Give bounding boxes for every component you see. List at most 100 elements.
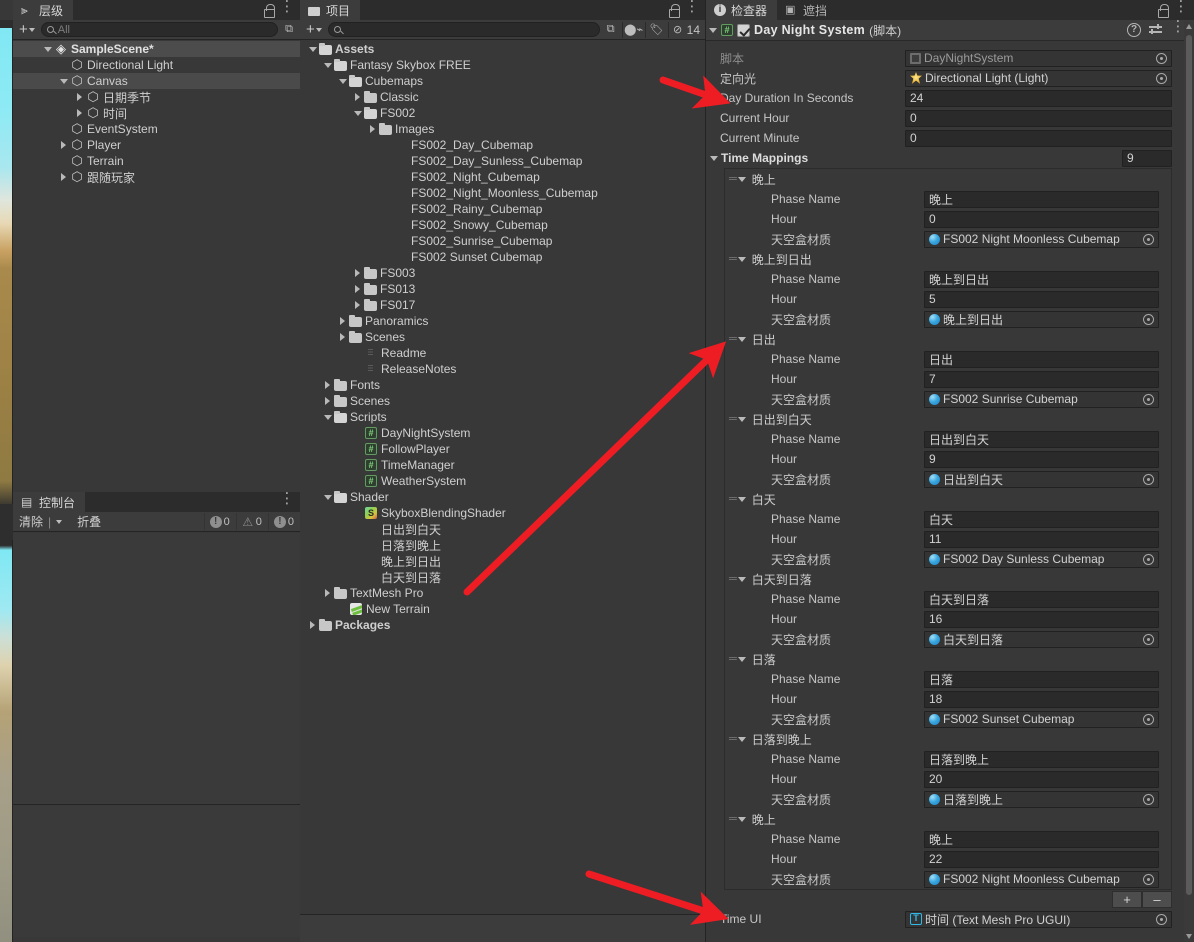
tree-twisty[interactable]: [336, 317, 349, 325]
drag-handle-icon[interactable]: ═: [729, 653, 737, 665]
text-field[interactable]: 11: [924, 530, 1159, 548]
chevron-down-icon[interactable]: [737, 576, 746, 582]
object-picker-icon[interactable]: [1143, 713, 1154, 725]
object-field[interactable]: 日落到晚上: [924, 790, 1159, 808]
object-field[interactable]: 日出到白天: [924, 470, 1159, 488]
text-field[interactable]: 0: [924, 210, 1159, 228]
chevron-down-icon[interactable]: [43, 46, 52, 52]
filter-by-type-icon[interactable]: ⬤⌁: [624, 21, 643, 38]
chevron-right-icon[interactable]: [61, 141, 66, 149]
scroll-down-icon[interactable]: [1186, 934, 1192, 939]
filter-by-label-icon[interactable]: 🏷: [648, 21, 666, 38]
chevron-right-icon[interactable]: [340, 317, 345, 325]
chevron-down-icon[interactable]: [737, 416, 746, 422]
text-field[interactable]: 日出到白天: [924, 430, 1159, 448]
text-field[interactable]: 22: [924, 850, 1159, 868]
array-size-field[interactable]: 9: [1122, 149, 1172, 167]
array-element-header[interactable]: ═ 晚上: [725, 169, 1171, 189]
tree-row[interactable]: 日出到白天: [300, 521, 705, 537]
help-icon[interactable]: ?: [1127, 23, 1141, 37]
tab-console[interactable]: ▤ 控制台: [13, 492, 86, 512]
error-count[interactable]: ! 0: [267, 513, 299, 530]
tree-row[interactable]: New Terrain: [300, 601, 705, 617]
tree-row[interactable]: TextMesh Pro: [300, 585, 705, 601]
chevron-right-icon[interactable]: [355, 269, 360, 277]
tree-row[interactable]: Images: [300, 121, 705, 137]
tab-occlusion[interactable]: ▣ 遮挡: [777, 0, 837, 20]
text-field[interactable]: 7: [924, 370, 1159, 388]
tree-twisty[interactable]: [351, 285, 364, 293]
tree-row[interactable]: 白天到日落: [300, 569, 705, 585]
array-element-header[interactable]: ═ 晚上到日出: [725, 249, 1171, 269]
chevron-down-icon[interactable]: [323, 62, 332, 68]
object-picker-icon[interactable]: [1143, 553, 1154, 565]
object-picker-icon[interactable]: [1143, 473, 1154, 485]
tree-twisty[interactable]: [73, 93, 86, 101]
collapse-button[interactable]: 折叠: [70, 513, 108, 530]
tab-project[interactable]: 项目: [300, 0, 361, 20]
chevron-down-icon[interactable]: [737, 256, 746, 262]
text-field[interactable]: 5: [924, 290, 1159, 308]
tree-row[interactable]: Scripts: [300, 409, 705, 425]
tree-twisty[interactable]: [57, 173, 70, 181]
tree-row[interactable]: EventSystem: [13, 121, 300, 137]
tree-twisty[interactable]: [321, 397, 334, 405]
array-element-header[interactable]: ═ 晚上: [725, 809, 1171, 829]
chevron-down-icon[interactable]: [737, 656, 746, 662]
console-log-list[interactable]: [13, 533, 300, 804]
lock-icon[interactable]: [1155, 2, 1171, 18]
chevron-right-icon[interactable]: [325, 381, 330, 389]
object-picker-icon[interactable]: [1143, 313, 1154, 325]
component-foldout-icon[interactable]: [709, 27, 717, 33]
text-field[interactable]: 晚上: [924, 190, 1159, 208]
array-element-header[interactable]: ═ 白天: [725, 489, 1171, 509]
tree-row[interactable]: Assets: [300, 41, 705, 57]
tab-hierarchy[interactable]: ⫸ 层级: [13, 0, 74, 20]
tree-row[interactable]: Directional Light: [13, 57, 300, 73]
object-field[interactable]: Directional Light (Light): [905, 69, 1172, 87]
tree-row[interactable]: FS002_Rainy_Cubemap: [300, 201, 705, 217]
chevron-down-icon[interactable]: [737, 816, 746, 822]
tree-row[interactable]: FS017: [300, 297, 705, 313]
tree-row[interactable]: 晚上到日出: [300, 553, 705, 569]
text-field[interactable]: 晚上到日出: [924, 270, 1159, 288]
search-expand-icon[interactable]: ⧉: [280, 21, 298, 38]
tree-row[interactable]: FS002_Day_Cubemap: [300, 137, 705, 153]
tree-row[interactable]: Shader: [300, 489, 705, 505]
object-picker-icon[interactable]: [1143, 393, 1154, 405]
tree-row[interactable]: # DayNightSystem: [300, 425, 705, 441]
warning-count[interactable]: ⚠ 0: [235, 513, 267, 530]
preset-icon[interactable]: [1148, 23, 1163, 37]
text-field[interactable]: 20: [924, 770, 1159, 788]
chevron-down-icon[interactable]: [737, 496, 746, 502]
chevron-down-icon[interactable]: [737, 736, 746, 742]
tree-row[interactable]: FS002 Sunset Cubemap: [300, 249, 705, 265]
drag-handle-icon[interactable]: ═: [729, 173, 737, 185]
tree-row[interactable]: S SkyboxBlendingShader: [300, 505, 705, 521]
tree-twisty[interactable]: [41, 46, 54, 52]
scroll-up-icon[interactable]: [1186, 24, 1192, 29]
array-element-header[interactable]: ═ 日出到白天: [725, 409, 1171, 429]
chevron-down-icon[interactable]: [59, 78, 68, 84]
project-tree[interactable]: Assets Fantasy Skybox FREE Cubemaps Classic…: [300, 41, 705, 942]
tree-twisty[interactable]: [351, 269, 364, 277]
tree-twisty[interactable]: [321, 589, 334, 597]
object-picker-icon[interactable]: [1156, 72, 1167, 84]
chevron-down-icon[interactable]: [737, 336, 746, 342]
tree-row[interactable]: 日落到晚上: [300, 537, 705, 553]
object-picker-icon[interactable]: [1143, 633, 1154, 645]
drag-handle-icon[interactable]: ═: [729, 253, 737, 265]
clear-button[interactable]: 清除 |: [14, 513, 69, 530]
tree-row[interactable]: # TimeManager: [300, 457, 705, 473]
chevron-right-icon[interactable]: [355, 93, 360, 101]
create-object-button[interactable]: +: [15, 22, 39, 38]
tree-row[interactable]: Readme: [300, 345, 705, 361]
tree-row[interactable]: FS013: [300, 281, 705, 297]
tree-twisty[interactable]: [336, 333, 349, 341]
tree-row[interactable]: 时间: [13, 105, 300, 121]
tree-twisty[interactable]: [306, 621, 319, 629]
text-field[interactable]: 白天: [924, 510, 1159, 528]
tree-row[interactable]: FS002_Day_Sunless_Cubemap: [300, 153, 705, 169]
object-picker-icon[interactable]: [1156, 913, 1167, 925]
time-mappings-foldout[interactable]: Time Mappings 9: [706, 148, 1184, 168]
